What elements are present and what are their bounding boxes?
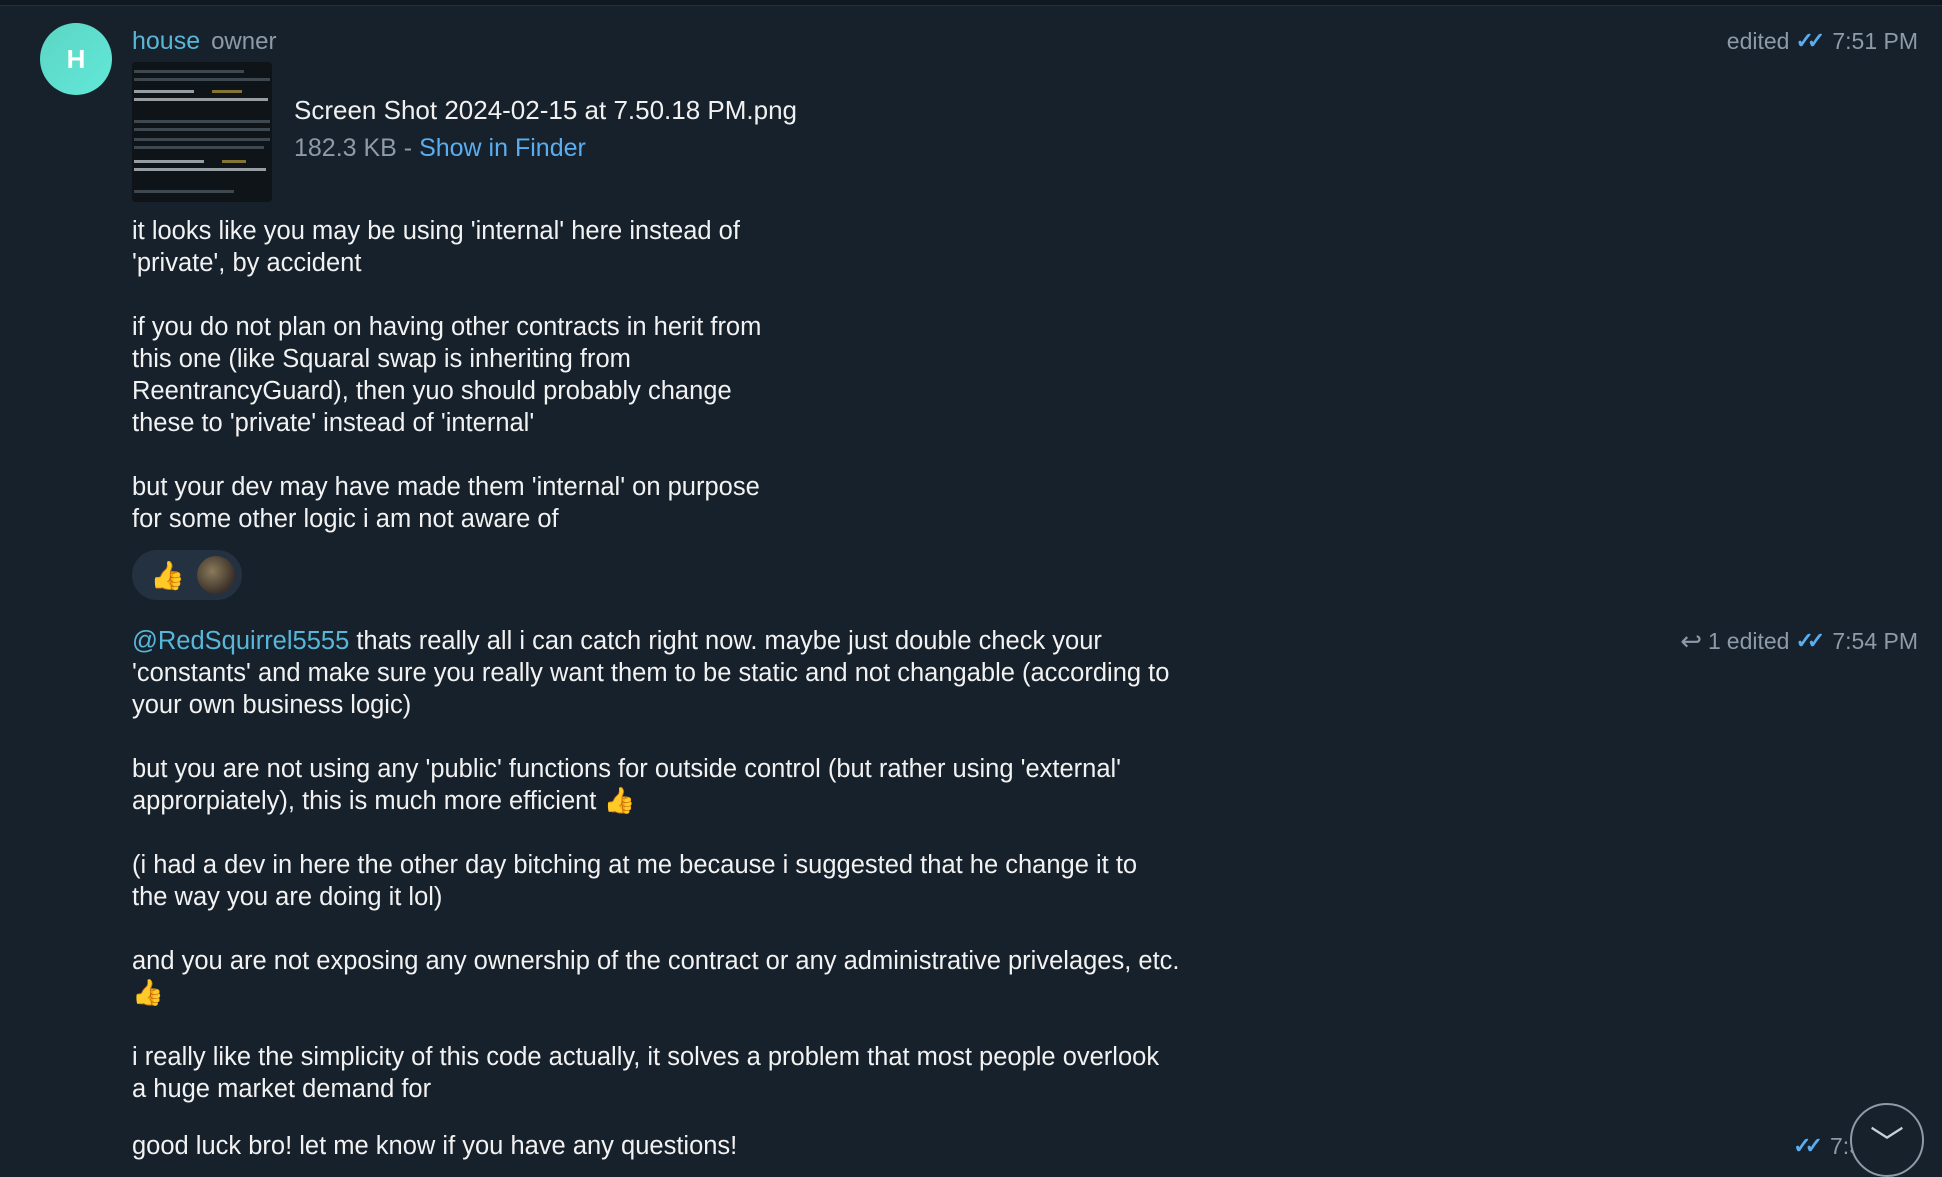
message-paragraph: if you do not plan on having other contr…: [132, 313, 762, 437]
top-divider: [0, 0, 1942, 6]
message-paragraph: (i had a dev in here the other day bitch…: [132, 851, 1138, 911]
reaction-badge[interactable]: 👍: [132, 550, 242, 600]
file-attachment[interactable]: Screen Shot 2024-02-15 at 7.50.18 PM.png…: [132, 62, 797, 202]
file-size-line: 182.3 KB - Show in Finder: [294, 128, 797, 168]
show-in-finder-link[interactable]: Show in Finder: [419, 134, 586, 162]
message-time: 7:54 PM: [1832, 628, 1918, 654]
message-paragraph: but you are not using any 'public' funct…: [132, 755, 1122, 815]
avatar[interactable]: H: [40, 23, 112, 95]
edited-label: edited: [1726, 28, 1790, 54]
double-check-icon: ✓✓: [1795, 28, 1825, 53]
reactor-avatar: [196, 556, 235, 594]
sender-name[interactable]: house: [132, 27, 200, 55]
scroll-down-button[interactable]: ﹀: [1850, 1103, 1924, 1177]
message-paragraph: good luck bro! let me know if you have a…: [132, 1132, 738, 1160]
file-info: Screen Shot 2024-02-15 at 7.50.18 PM.png…: [294, 62, 797, 202]
file-thumbnail[interactable]: [132, 62, 272, 202]
edited-label: edited: [1726, 628, 1790, 654]
message-meta: edited ✓✓ 7:51 PM: [1727, 26, 1918, 56]
avatar-letter: H: [66, 43, 86, 74]
message-paragraph: @RedSquirrel5555 thats really all i can …: [132, 625, 1169, 721]
file-name[interactable]: Screen Shot 2024-02-15 at 7.50.18 PM.png: [294, 92, 797, 128]
message-header: house owner: [132, 24, 276, 59]
message-meta: ↩ 1 edited ✓✓ 7:54 PM: [1680, 626, 1918, 656]
thumbs-up-reaction: 👍: [150, 559, 185, 591]
reply-count[interactable]: 1: [1708, 626, 1721, 656]
message-paragraph: it looks like you may be using 'internal…: [132, 217, 740, 277]
message-paragraph: but your dev may have made them 'interna…: [132, 473, 760, 533]
sender-role: owner: [211, 28, 277, 55]
message-paragraph: i really like the simplicity of this cod…: [132, 1043, 1160, 1103]
double-check-icon: ✓✓: [1793, 1133, 1823, 1158]
mention-link[interactable]: @RedSquirrel5555: [132, 627, 349, 655]
double-check-icon: ✓✓: [1795, 628, 1825, 653]
file-size: 182.3 KB -: [294, 134, 420, 162]
message-time: 7:51 PM: [1832, 28, 1918, 54]
chevron-down-icon: ﹀: [1870, 1124, 1904, 1163]
reply-arrow-icon[interactable]: ↩: [1680, 626, 1702, 656]
message-paragraph: and you are not exposing any ownership o…: [132, 947, 1180, 1007]
